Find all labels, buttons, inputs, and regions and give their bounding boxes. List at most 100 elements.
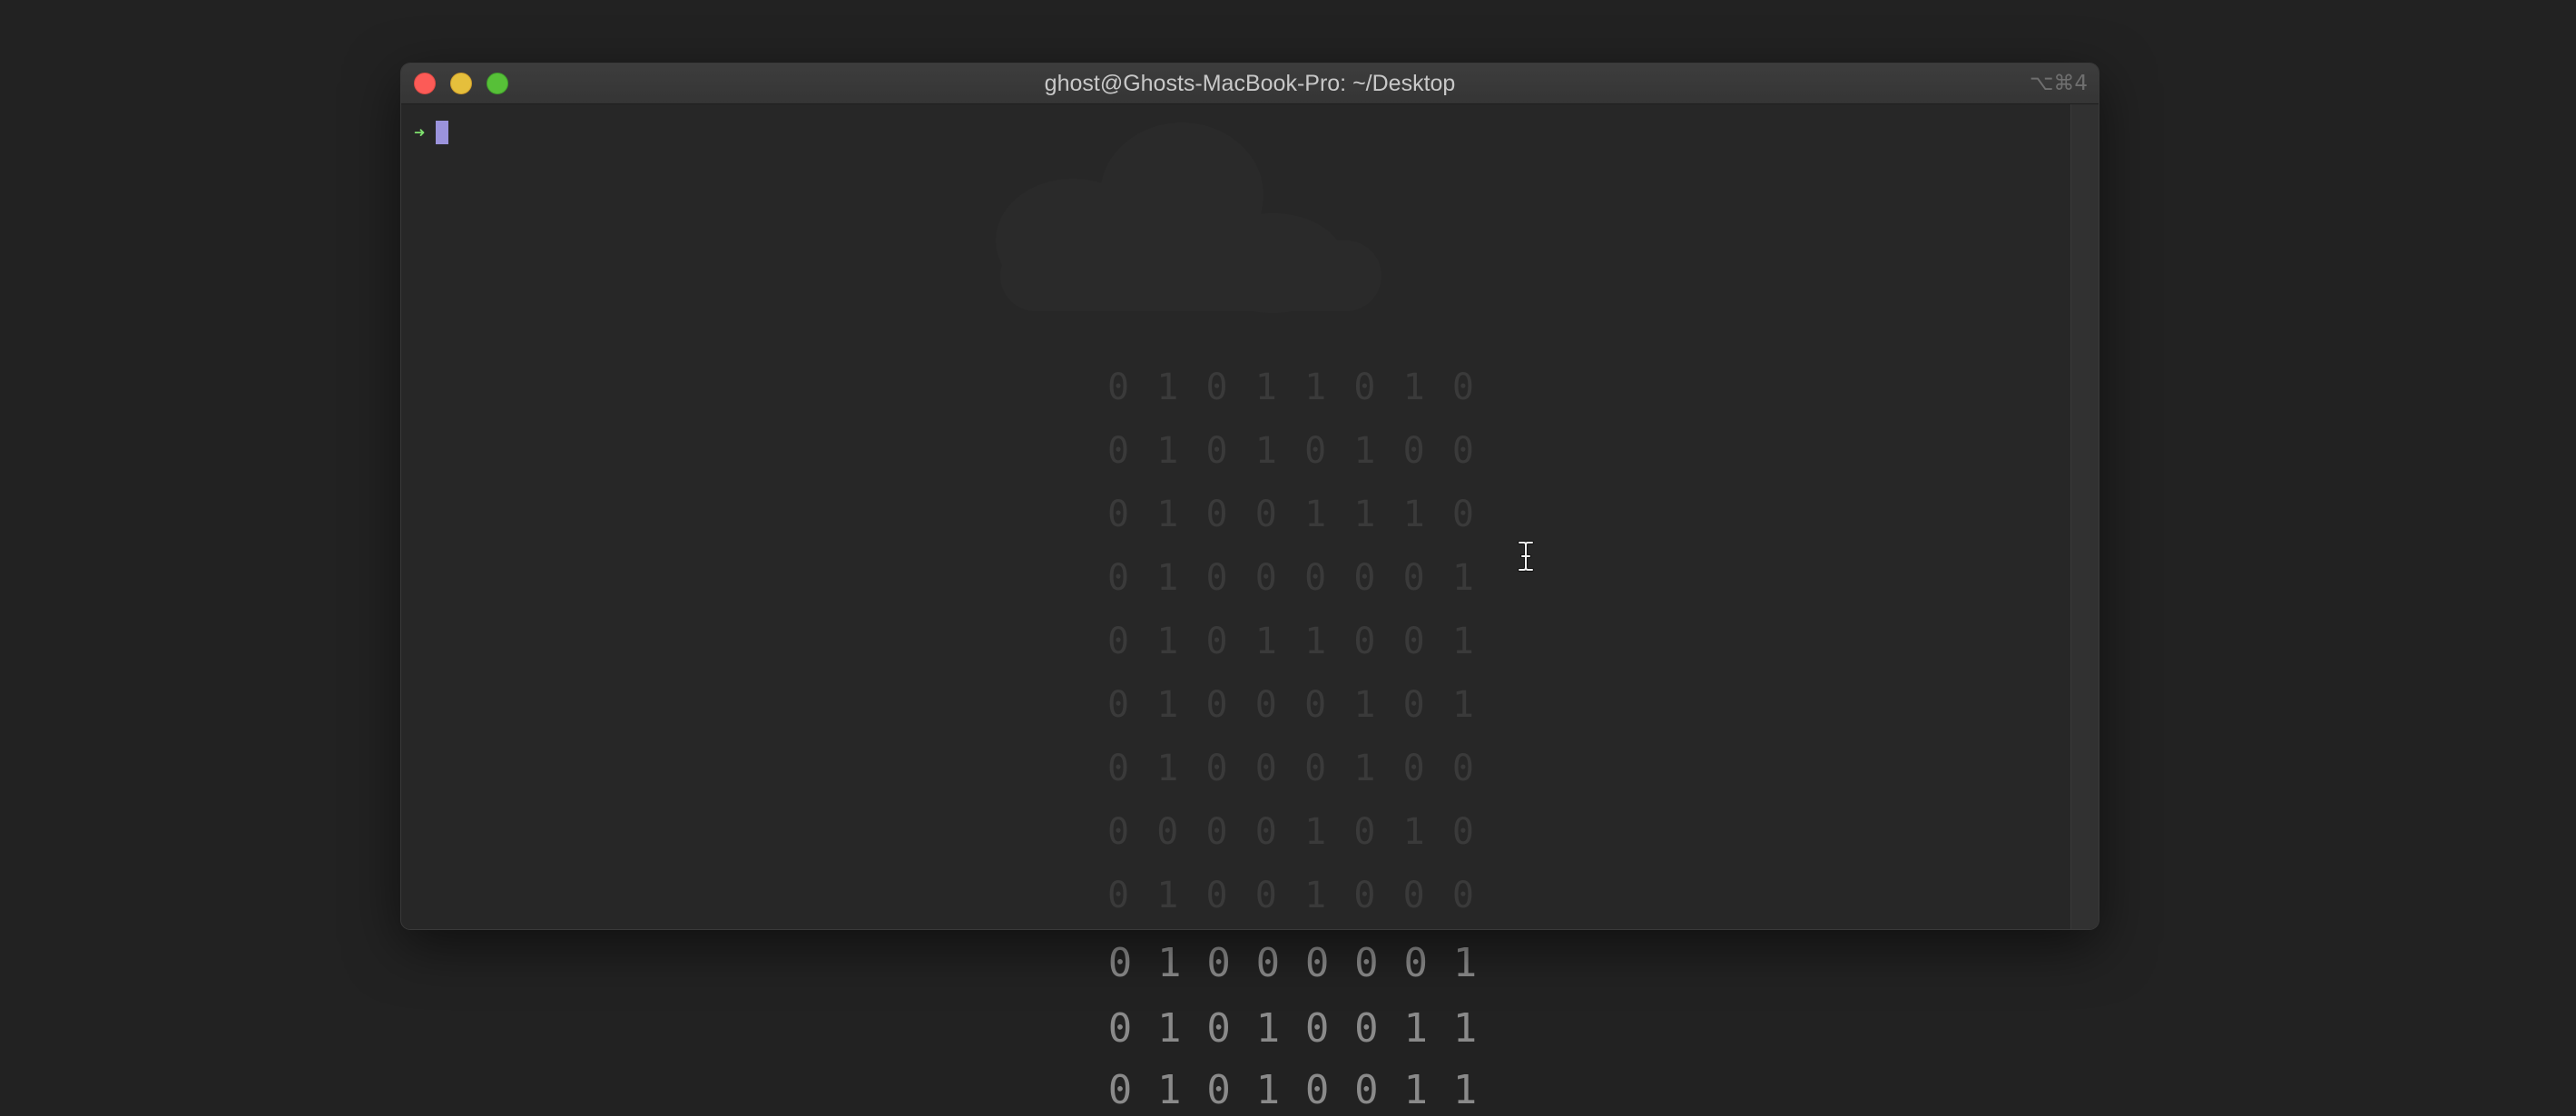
ghost-binary-digit: 0 — [1205, 811, 1228, 853]
binary-row: 01010011 — [1102, 1007, 1483, 1051]
ghost-binary-digit: 1 — [1304, 494, 1327, 535]
binary-digit: 0 — [1354, 1067, 1379, 1113]
ghost-binary-digit: 0 — [1353, 811, 1376, 853]
binary-digit: 1 — [1255, 1067, 1281, 1113]
ghost-binary-digit: 1 — [1451, 557, 1475, 599]
ghost-binary-digit: 0 — [1254, 875, 1277, 916]
binary-digit: 1 — [1452, 1005, 1478, 1052]
ghost-binary-digit: 0 — [1106, 557, 1130, 599]
ghost-binary-row: 00001010 — [1100, 812, 1481, 852]
binary-digit: 1 — [1157, 1067, 1182, 1113]
ghost-binary-digit: 1 — [1156, 684, 1179, 726]
binary-digit: 1 — [1255, 1005, 1281, 1052]
ghost-binary-row: 01000100 — [1100, 749, 1481, 788]
binary-digit: 0 — [1304, 1067, 1330, 1113]
ghost-binary-digit: 1 — [1156, 748, 1179, 789]
ghost-binary-digit: 0 — [1402, 430, 1425, 472]
ghost-binary-digit: 0 — [1353, 557, 1376, 599]
ghost-binary-digit: 1 — [1402, 811, 1425, 853]
binary-row: 01000001 — [1102, 942, 1483, 985]
binary-digit: 0 — [1206, 1005, 1231, 1052]
binary-digit: 1 — [1157, 940, 1182, 986]
ghost-binary-digit: 1 — [1304, 875, 1327, 916]
ghost-binary-digit: 0 — [1205, 684, 1228, 726]
title-bar[interactable]: ghost@Ghosts-MacBook-Pro: ~/Desktop ⌥⌘4 — [401, 64, 2099, 104]
ghost-binary-digit: 0 — [1304, 684, 1327, 726]
tab-shortcut-label: ⌥⌘4 — [2029, 72, 2088, 95]
binary-digit: 0 — [1403, 940, 1428, 986]
ghost-binary-digit: 1 — [1304, 621, 1327, 662]
binary-digit: 0 — [1206, 940, 1231, 986]
ghost-binary-digit: 1 — [1353, 748, 1376, 789]
ghost-binary-digit: 0 — [1402, 557, 1425, 599]
ghost-binary-digit: 0 — [1106, 875, 1130, 916]
prompt-line[interactable]: ➜ — [414, 119, 449, 146]
ghost-binary-digit: 1 — [1254, 621, 1277, 662]
binary-digit: 1 — [1403, 1005, 1428, 1052]
ghost-binary-digit: 1 — [1156, 875, 1179, 916]
ghost-binary-digit: 0 — [1402, 875, 1425, 916]
window-title: ghost@Ghosts-MacBook-Pro: ~/Desktop — [1044, 71, 1456, 96]
ghost-binary-digit: 0 — [1402, 684, 1425, 726]
ghost-binary-digit: 0 — [1254, 748, 1277, 789]
binary-digit: 1 — [1157, 1005, 1182, 1052]
ghost-binary-digit: 1 — [1156, 430, 1179, 472]
ghost-binary-digit: 1 — [1451, 684, 1475, 726]
binary-digit: 0 — [1107, 1067, 1133, 1113]
ghost-binary-digit: 0 — [1402, 748, 1425, 789]
ghost-binary-digit: 1 — [1402, 367, 1425, 408]
ghost-binary-digit: 1 — [1254, 430, 1277, 472]
binary-digit: 0 — [1354, 940, 1379, 986]
ghost-binary-digit: 0 — [1205, 430, 1228, 472]
ghost-binary-digit: 1 — [1156, 494, 1179, 535]
binary-digit: 0 — [1304, 1005, 1330, 1052]
ghost-binary-row: 01000001 — [1100, 558, 1481, 598]
ghost-binary-digit: 1 — [1353, 494, 1376, 535]
ghost-binary-row: 01011010 — [1100, 367, 1481, 407]
prompt-arrow-icon: ➜ — [414, 122, 426, 143]
ghost-binary-digit: 0 — [1402, 621, 1425, 662]
ghost-binary-digit: 0 — [1156, 811, 1179, 853]
ghost-binary-digit: 0 — [1304, 748, 1327, 789]
ghost-binary-digit: 0 — [1451, 430, 1475, 472]
ghost-binary-digit: 1 — [1156, 557, 1179, 599]
ghost-binary-digit: 0 — [1106, 430, 1130, 472]
binary-digit: 0 — [1255, 940, 1281, 986]
ghost-binary-digit: 0 — [1106, 367, 1130, 408]
ghost-binary-digit: 0 — [1451, 494, 1475, 535]
ghost-binary-digit: 0 — [1254, 811, 1277, 853]
ghost-binary-digit: 0 — [1106, 684, 1130, 726]
binary-digit: 1 — [1452, 1067, 1478, 1113]
ghost-binary-digit: 0 — [1106, 494, 1130, 535]
ghost-binary-digit: 0 — [1353, 367, 1376, 408]
binary-digit: 0 — [1107, 940, 1133, 986]
ghost-binary-digit: 1 — [1353, 430, 1376, 472]
ghost-binary-row: 01000101 — [1100, 685, 1481, 725]
ghost-binary-digit: 1 — [1156, 621, 1179, 662]
terminal-window[interactable]: 0101101001010100010011100100000101011001… — [401, 64, 2099, 929]
terminal-content-area[interactable]: 0101101001010100010011100100000101011001… — [401, 104, 2071, 929]
ghost-binary-digit: 0 — [1205, 875, 1228, 916]
binary-digit: 0 — [1304, 940, 1330, 986]
ghost-binary-digit: 0 — [1205, 621, 1228, 662]
binary-row: 01010011 — [1102, 1069, 1483, 1112]
ghost-binary-digit: 0 — [1106, 621, 1130, 662]
ghost-binary-digit: 1 — [1304, 811, 1327, 853]
scrollbar[interactable] — [2070, 104, 2099, 929]
ghost-binary-row: 01001110 — [1100, 494, 1481, 534]
ghost-binary-digit: 0 — [1106, 811, 1130, 853]
ghost-binary-digit: 0 — [1254, 684, 1277, 726]
ghost-binary-digit: 0 — [1205, 748, 1228, 789]
ghost-binary-digit: 1 — [1451, 621, 1475, 662]
ghost-binary-digit: 1 — [1254, 367, 1277, 408]
ghost-binary-digit: 0 — [1205, 557, 1228, 599]
ghost-binary-digit: 0 — [1254, 494, 1277, 535]
ghost-binary-digit: 0 — [1304, 557, 1327, 599]
ghost-binary-row: 01010100 — [1100, 431, 1481, 471]
binary-digit: 0 — [1107, 1005, 1133, 1052]
text-cursor — [436, 121, 449, 144]
ghost-binary-digit: 1 — [1304, 367, 1327, 408]
ghost-binary-digit: 0 — [1304, 430, 1327, 472]
ghost-binary-digit: 0 — [1353, 621, 1376, 662]
ghost-binary-digit: 0 — [1205, 494, 1228, 535]
